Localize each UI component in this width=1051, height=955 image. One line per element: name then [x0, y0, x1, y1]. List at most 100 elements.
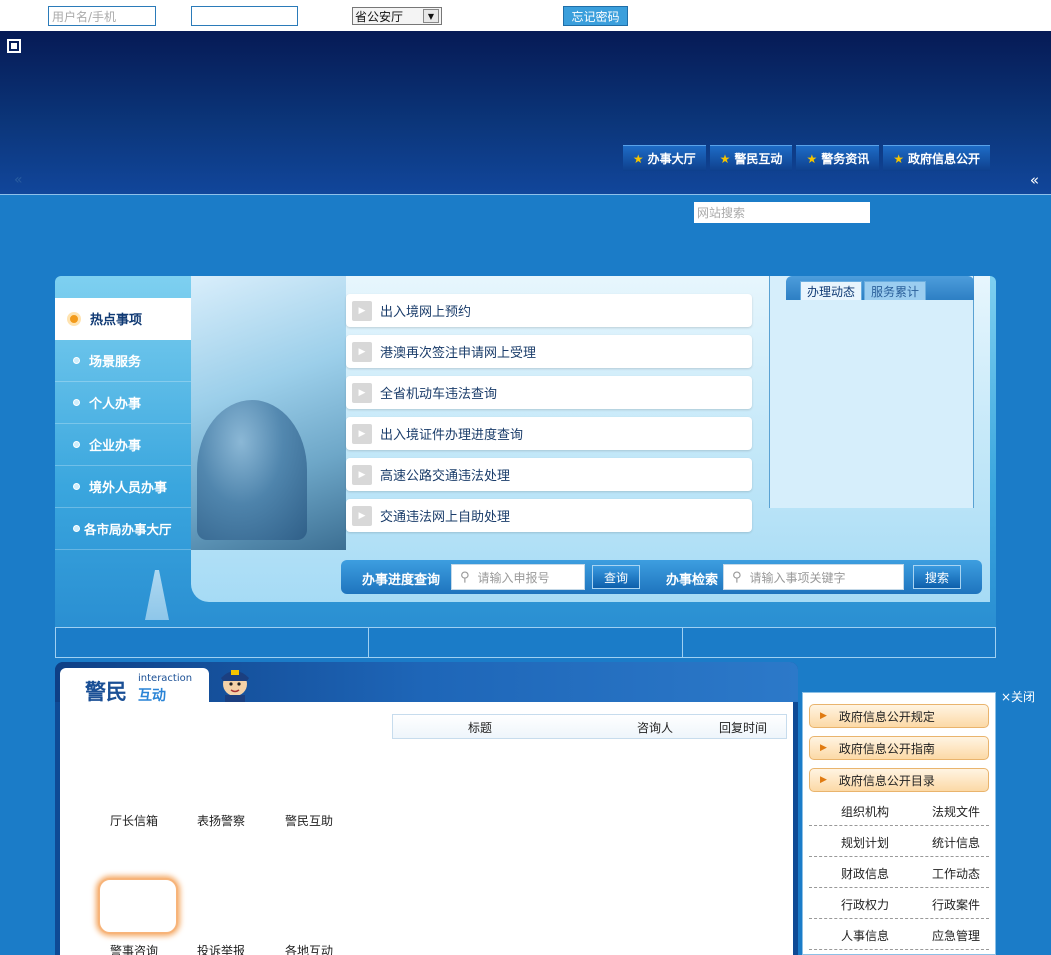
side-item-label: 个人办事	[89, 397, 142, 412]
password-input[interactable]	[191, 6, 298, 26]
interaction-title-en: interaction	[138, 673, 193, 684]
gov-info-button-label: 政府信息公开目录	[838, 773, 935, 788]
nav-item-news[interactable]: ★ 警务资讯	[796, 145, 880, 171]
interaction-body: 厅长信箱 表扬警察 警民互助 警事咨询 投诉举报 各地互动 标题 咨询人 回复时…	[60, 702, 793, 955]
hot-item[interactable]: ▶ 出入境证件办理进度查询	[346, 417, 752, 450]
info-link-row: 财政信息 工作动态	[809, 857, 989, 888]
side-item-city[interactable]: 各市局办事大厅	[55, 508, 191, 550]
info-link-statistics[interactable]: 统计信息	[932, 834, 980, 851]
info-link-planning[interactable]: 规划计划	[841, 834, 889, 851]
keyword-placeholder: 请输入事项关键字	[749, 570, 846, 585]
info-link-admin-power[interactable]: 行政权力	[841, 896, 889, 913]
nav-item-label: 办事大厅	[647, 152, 696, 166]
dynamics-box: 办理动态 服务累计	[769, 276, 974, 508]
window-icon[interactable]	[7, 39, 21, 53]
officer-figure	[197, 400, 307, 540]
bullet-icon	[73, 399, 80, 406]
hot-item[interactable]: ▶ 交通违法网上自助处理	[346, 499, 752, 532]
icon-label-complaint[interactable]: 投诉举报	[197, 942, 245, 955]
department-select-value: 省公安厅	[355, 9, 404, 24]
icon-tile-highlight[interactable]	[98, 878, 178, 934]
query-button[interactable]: 查询	[592, 565, 640, 589]
message-table-header: 标题 咨询人 回复时间	[392, 714, 787, 739]
info-link-row: 规划计划 统计信息	[809, 826, 989, 857]
search-button[interactable]: 搜索	[913, 565, 961, 589]
side-item-label: 热点事项	[90, 313, 143, 328]
site-search-input[interactable]: 网站搜索	[694, 202, 870, 223]
side-item-hot[interactable]: 热点事项	[55, 298, 191, 340]
side-item-scene[interactable]: 场景服务	[55, 340, 191, 382]
login-bar: 用户名/手机 省公安厅 ▼ 忘记密码	[0, 0, 1051, 31]
gov-info-button-label: 政府信息公开指南	[838, 741, 935, 756]
hot-item-label: 出入境证件办理进度查询	[380, 428, 524, 443]
info-link-admin-cases[interactable]: 行政案件	[932, 896, 980, 913]
side-item-foreigner[interactable]: 境外人员办事	[55, 466, 191, 508]
side-item-label: 场景服务	[89, 355, 142, 370]
keyword-input[interactable]: ⚲ 请输入事项关键字	[723, 564, 904, 590]
nav-item-interaction[interactable]: ★ 警民互动	[709, 145, 793, 171]
gov-info-sidebar: ▶ 政府信息公开规定 ▶ 政府信息公开指南 ▶ 政府信息公开目录 组织机构 法规文件 …	[802, 692, 996, 955]
scroll-right-icon[interactable]: «	[1030, 171, 1039, 189]
progress-query-label: 办事进度查询	[362, 573, 441, 588]
info-link-personnel[interactable]: 人事信息	[841, 927, 889, 944]
info-link-row: 组织机构 法规文件	[809, 795, 989, 826]
department-select[interactable]: 省公安厅 ▼	[352, 7, 442, 25]
tab-statistics[interactable]: 服务累计	[864, 281, 927, 300]
icon-label-chief-mailbox[interactable]: 厅长信箱	[110, 812, 158, 829]
info-link-emergency[interactable]: 应急管理	[932, 927, 980, 944]
username-input[interactable]: 用户名/手机	[48, 6, 156, 26]
tab-dynamics[interactable]: 办理动态	[800, 281, 863, 300]
icon-label-local-interaction[interactable]: 各地互动	[285, 942, 333, 955]
application-number-input[interactable]: ⚲ 请输入申报号	[451, 564, 585, 590]
main-nav: ★ 办事大厅 ★ 警民互动 ★ 警务资讯 ★ 政府信息公开	[622, 145, 990, 171]
bullet-icon	[73, 525, 80, 532]
icon-label-consult[interactable]: 警事咨询	[110, 942, 158, 955]
gov-info-regulation-button[interactable]: ▶ 政府信息公开规定	[809, 704, 989, 728]
interaction-panel: 警民 interaction 互动 厅长信箱 表扬警察 警民互助 警事咨询 投诉…	[55, 662, 798, 955]
chevron-down-icon: ▼	[423, 9, 439, 23]
gov-info-catalog-button[interactable]: ▶ 政府信息公开目录	[809, 768, 989, 792]
search-icon: ⚲	[460, 569, 470, 585]
icon-label-praise-police[interactable]: 表扬警察	[197, 812, 245, 829]
gov-info-guide-button[interactable]: ▶ 政府信息公开指南	[809, 736, 989, 760]
link-cell	[683, 628, 995, 657]
star-icon: ★	[806, 151, 818, 166]
hot-item[interactable]: ▶ 港澳再次签注申请网上受理	[346, 335, 752, 368]
side-item-label: 境外人员办事	[89, 481, 168, 496]
star-icon: ★	[719, 151, 731, 166]
info-link-work-news[interactable]: 工作动态	[932, 865, 980, 882]
police-photo	[191, 276, 346, 550]
triangle-right-icon: ▶	[820, 775, 827, 785]
column-header-asker: 咨询人	[637, 721, 674, 735]
pagoda-illustration	[145, 570, 169, 620]
forgot-password-button[interactable]: 忘记密码	[563, 6, 628, 26]
hot-item-label: 高速公路交通违法处理	[380, 469, 511, 484]
side-item-enterprise[interactable]: 企业办事	[55, 424, 191, 466]
nav-item-hall[interactable]: ★ 办事大厅	[622, 145, 706, 171]
icon-label-mutual-help[interactable]: 警民互助	[285, 812, 333, 829]
hot-item-label: 出入境网上预约	[380, 305, 472, 320]
info-link-regulations[interactable]: 法规文件	[932, 803, 980, 820]
nav-item-gov-info[interactable]: ★ 政府信息公开	[883, 145, 990, 171]
bullet-icon	[73, 441, 80, 448]
play-icon: ▶	[352, 382, 372, 403]
column-header-title: 标题	[468, 721, 493, 735]
hot-item[interactable]: ▶ 高速公路交通违法处理	[346, 458, 752, 491]
hot-item-label: 全省机动车违法查询	[380, 387, 498, 402]
info-link-organization[interactable]: 组织机构	[841, 803, 889, 820]
search-icon: ⚲	[732, 569, 742, 585]
close-button[interactable]: ×关闭	[1001, 688, 1035, 705]
side-item-personal[interactable]: 个人办事	[55, 382, 191, 424]
info-link-row: 行政权力 行政案件	[809, 888, 989, 919]
info-link-finance[interactable]: 财政信息	[841, 865, 889, 882]
bullet-icon	[73, 357, 80, 364]
triangle-right-icon: ▶	[820, 711, 827, 721]
hot-item[interactable]: ▶ 全省机动车违法查询	[346, 376, 752, 409]
scroll-left-icon[interactable]: «	[14, 172, 23, 188]
hot-item[interactable]: ▶ 出入境网上预约	[346, 294, 752, 327]
bullet-icon	[73, 483, 80, 490]
dynamics-tabs: 办理动态 服务累计	[786, 276, 974, 300]
play-icon: ▶	[352, 423, 372, 444]
interaction-header: 警民 interaction 互动	[55, 662, 798, 704]
nav-item-label: 警务资讯	[821, 152, 870, 166]
